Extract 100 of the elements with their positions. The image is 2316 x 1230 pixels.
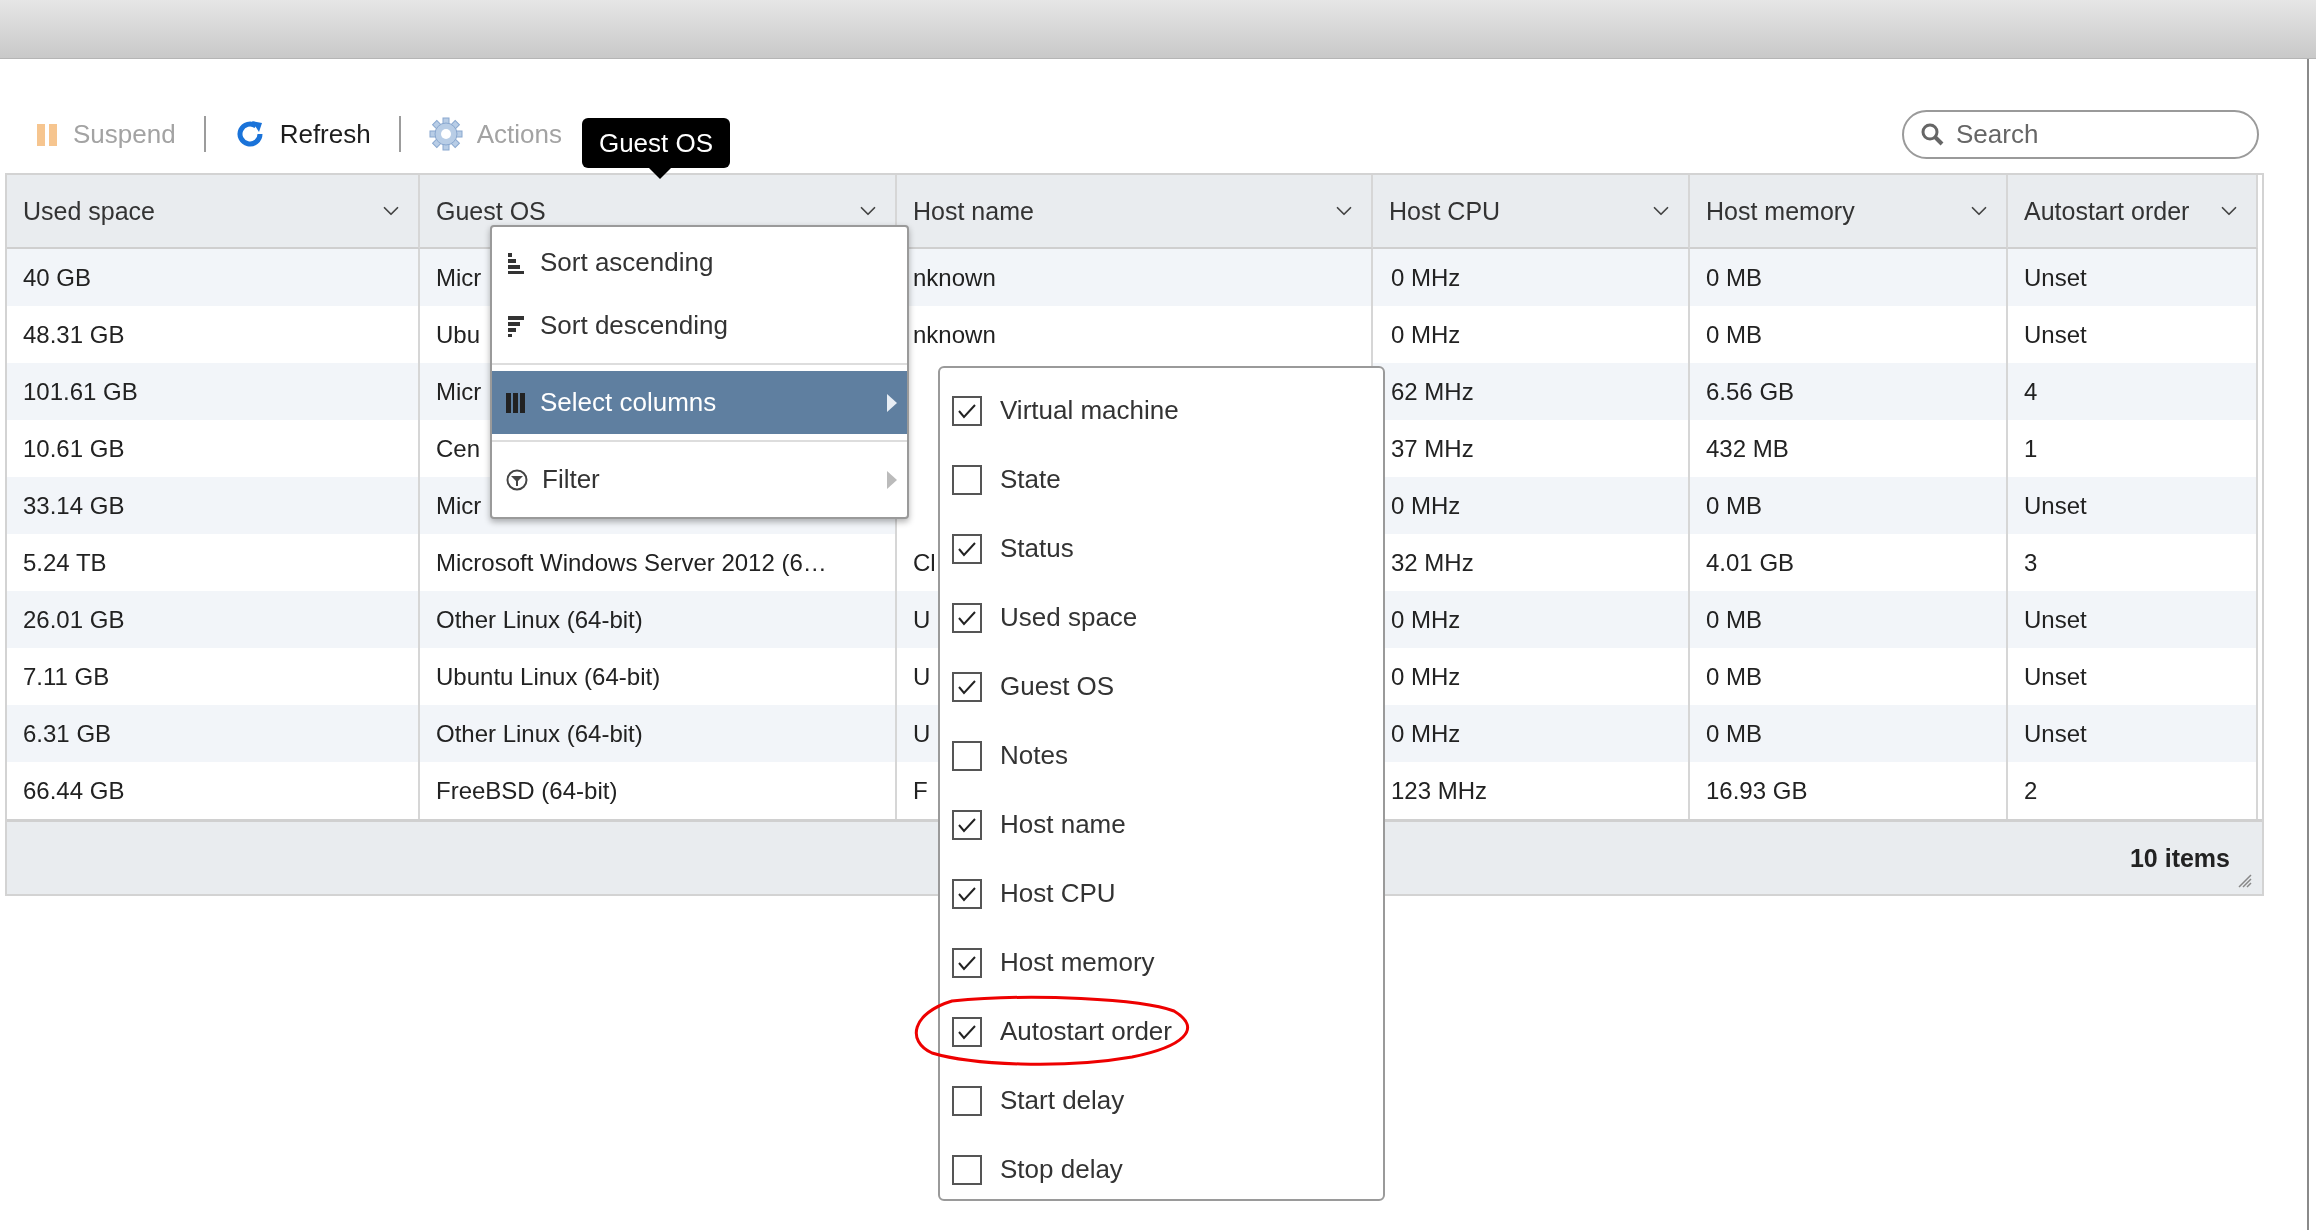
cell-text: 5.24 TB	[23, 548, 107, 577]
cell-text: nknown	[913, 263, 996, 292]
resize-grip-icon[interactable]	[2236, 872, 2252, 888]
checkmark-icon	[957, 678, 977, 695]
cell-text: Micr	[436, 263, 482, 292]
column-header[interactable]: Used space	[7, 175, 420, 249]
menu-item[interactable]: Sort descending	[492, 294, 907, 357]
cell-text: 32 MHz	[1391, 548, 1474, 577]
column-option[interactable]: State	[940, 445, 1383, 514]
cell-text: 0 MB	[1706, 491, 1762, 520]
cell-text: 37 MHz	[1391, 434, 1474, 463]
cell-text: 7.11 GB	[23, 662, 110, 691]
cell-text: 0 MHz	[1391, 605, 1461, 634]
column-header[interactable]: Host CPU	[1373, 175, 1690, 249]
cell-text: 101.61 GB	[23, 377, 138, 406]
cell-text: Microsoft Windows Server 2012 (6…	[436, 548, 827, 577]
checkbox[interactable]	[952, 671, 982, 702]
cell-text: U	[913, 662, 931, 691]
column-header[interactable]: Host memory	[1690, 175, 2008, 249]
column-option[interactable]: Used space	[940, 583, 1383, 652]
cell-text: Other Linux (64-bit)	[436, 605, 643, 634]
cell-text: 33.14 GB	[23, 491, 125, 520]
column-option[interactable]: Status	[940, 514, 1383, 583]
menu-item[interactable]: Filter	[492, 448, 907, 511]
cell-text: 1	[2024, 434, 2038, 463]
cell-text: Unset	[2024, 320, 2087, 349]
cell-text: 0 MB	[1706, 263, 1762, 292]
cell-text: 2	[2024, 776, 2038, 805]
checkbox[interactable]	[952, 602, 982, 633]
cell-text: Cl	[913, 548, 936, 577]
item-count: 10 items	[2129, 843, 2230, 873]
cell-text: 4.01 GB	[1706, 548, 1795, 577]
column-option[interactable]: Host CPU	[940, 859, 1383, 928]
checkmark-icon	[957, 1023, 977, 1040]
cell-text: FreeBSD (64-bit)	[436, 776, 618, 805]
gear-icon	[428, 117, 463, 151]
column-option[interactable]: Host name	[940, 790, 1383, 859]
cell-text: 48.31 GB	[23, 320, 125, 349]
checkbox[interactable]	[952, 1154, 982, 1185]
checkbox[interactable]	[952, 1016, 982, 1047]
cell-text: U	[913, 719, 931, 748]
submenu-arrow-icon	[887, 470, 897, 489]
checkbox[interactable]	[952, 878, 982, 909]
cell-text: 0 MB	[1706, 320, 1762, 349]
cell-text: 0 MB	[1706, 662, 1762, 691]
cell-text: Unset	[2024, 263, 2087, 292]
cell-text: Unset	[2024, 662, 2087, 691]
column-option[interactable]: Virtual machine	[940, 376, 1383, 445]
column-option[interactable]: Start delay	[940, 1066, 1383, 1135]
checkbox[interactable]	[952, 1085, 982, 1116]
cell-text: 40 GB	[23, 263, 92, 292]
checkbox[interactable]	[952, 533, 982, 564]
column-option[interactable]: Stop delay	[940, 1135, 1383, 1204]
checkmark-icon	[957, 816, 977, 833]
search-field[interactable]: Search	[1902, 109, 2259, 159]
cell-text: 0 MHz	[1391, 491, 1461, 520]
column-option[interactable]: Autostart order	[940, 997, 1383, 1066]
tooltip: Guest OS	[582, 118, 730, 168]
column-header[interactable]: Host name	[897, 175, 1373, 249]
cell-text: 6.31 GB	[23, 719, 112, 748]
checkbox[interactable]	[952, 947, 982, 978]
checkbox[interactable]	[952, 809, 982, 840]
pause-icon	[35, 121, 59, 147]
search-input[interactable]: Search	[1954, 117, 2238, 151]
cell-text: nknown	[913, 320, 996, 349]
cell-text: Unset	[2024, 719, 2087, 748]
cell-text: 432 MB	[1706, 434, 1789, 463]
tooltip-pointer	[648, 167, 672, 179]
column-option[interactable]: Host memory	[940, 928, 1383, 997]
cell-text: 66.44 GB	[23, 776, 125, 805]
cell-text: 16.93 GB	[1706, 776, 1808, 805]
cell-text: Micr	[436, 377, 482, 406]
column-header[interactable]: Autostart order	[2008, 175, 2258, 249]
menu-item[interactable]: Select columns	[492, 371, 907, 434]
cell-text: 0 MHz	[1391, 719, 1461, 748]
search-icon	[1920, 122, 1944, 146]
cell-text: 0 MHz	[1391, 662, 1461, 691]
column-option[interactable]: Guest OS	[940, 652, 1383, 721]
cell-text: 0 MB	[1706, 605, 1762, 634]
checkmark-icon	[957, 954, 977, 971]
refresh-button[interactable]: Refresh	[233, 114, 371, 154]
cell-text: Ubu	[436, 320, 481, 349]
sort-descending-icon	[506, 314, 526, 337]
column-option[interactable]: Notes	[940, 721, 1383, 790]
cell-text: 123 MHz	[1391, 776, 1488, 805]
cell-text: 3	[2024, 548, 2038, 577]
cell-text: F	[913, 776, 928, 805]
cell-text: 6.56 GB	[1706, 377, 1795, 406]
cell-text: 62 MHz	[1391, 377, 1474, 406]
checkbox[interactable]	[952, 395, 982, 426]
checkbox[interactable]	[952, 740, 982, 771]
cell-text: 26.01 GB	[23, 605, 125, 634]
checkmark-icon	[957, 885, 977, 902]
filter-icon	[506, 468, 528, 491]
cell-text: 0 MB	[1706, 719, 1762, 748]
cell-text: 0 MHz	[1391, 263, 1461, 292]
cell-text: U	[913, 605, 931, 634]
columns-icon	[506, 391, 526, 414]
checkbox[interactable]	[952, 464, 982, 495]
submenu-arrow-icon	[887, 393, 897, 412]
